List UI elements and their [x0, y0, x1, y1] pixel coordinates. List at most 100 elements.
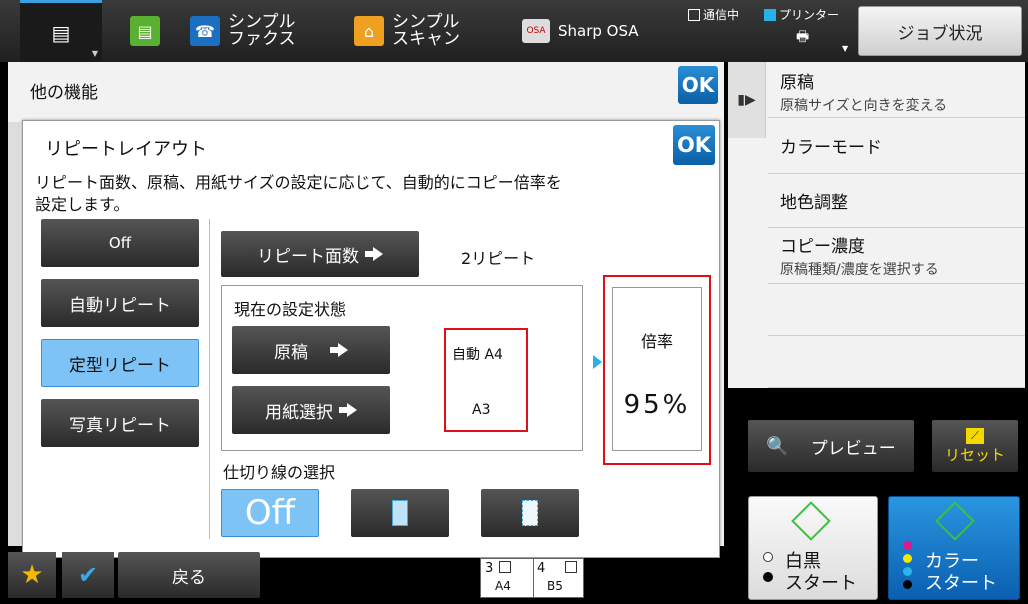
- bw-start-label-2: スタート: [785, 573, 857, 594]
- current-settings-label: 現在の設定状態: [234, 300, 347, 319]
- color-start-button[interactable]: カラー スタート: [888, 496, 1020, 600]
- mode-auto-repeat-button[interactable]: 自動リピート: [41, 279, 199, 327]
- simple-fax-label: シンプル ファクス: [228, 12, 296, 49]
- start-diamond-icon: [791, 501, 831, 541]
- mode-off-button[interactable]: Off: [41, 219, 199, 267]
- menu-item-title: 地色調整: [780, 193, 848, 213]
- column-divider: [209, 219, 210, 539]
- tray-4-number: 4: [537, 561, 546, 576]
- yellow-dot-icon: [903, 554, 912, 563]
- mode-photo-repeat-button[interactable]: 写真リピート: [41, 399, 199, 447]
- fax-icon: ☎: [190, 16, 220, 46]
- menu-item-sub: 原稿種類/濃度を選択する: [780, 262, 939, 278]
- ratio-highlight-box: 倍率 95%: [603, 275, 711, 465]
- printer-status-text: プリンター: [779, 8, 840, 22]
- repeat-count-label: リピート面数: [257, 246, 359, 267]
- arrow-right-icon: [339, 403, 357, 417]
- menu-item-empty: [768, 336, 1025, 388]
- osa-icon: OSA: [522, 19, 550, 43]
- favorite-star-icon[interactable]: ★: [8, 552, 56, 598]
- tray-4-size: B5: [547, 579, 563, 593]
- preview-label: プレビュー: [810, 438, 896, 459]
- current-settings-box: 現在の設定状態 原稿 用紙選択 自動 A4 A3: [221, 285, 583, 451]
- menu-expand-icon[interactable]: ▮▶: [728, 62, 766, 138]
- simple-fax-button[interactable]: ☎ シンプル ファクス: [190, 0, 340, 62]
- copy-mode-icon: ▤: [51, 20, 71, 45]
- status-communicating: 通信中: [688, 6, 739, 23]
- start-diamond-icon: [935, 501, 975, 541]
- original-button-label: 原稿: [274, 342, 308, 363]
- status-dropdown-icon[interactable]: ▼: [842, 44, 848, 53]
- printer-status-icon: [764, 9, 776, 21]
- top-bar: ▤ ▼ ▤ ☎ シンプル ファクス ⌂ シンプル スキャン OSA Sharp …: [0, 0, 1028, 62]
- divider-dotted-icon: [522, 500, 538, 526]
- arrow-right-icon: [365, 247, 383, 261]
- menu-item-title: カラーモード: [780, 138, 882, 158]
- dialog-ok-button[interactable]: OK: [673, 125, 715, 165]
- scan-icon: ⌂: [354, 16, 384, 46]
- comm-status-icon: [688, 9, 700, 21]
- paper-size-value: A3: [472, 402, 491, 418]
- menu-item-empty: [768, 284, 1025, 336]
- ratio-box: 倍率 95%: [612, 287, 702, 451]
- cyan-dot-icon: [903, 567, 912, 576]
- divider-line-button[interactable]: [351, 489, 449, 537]
- reset-button[interactable]: ⟋ リセット: [932, 420, 1018, 472]
- repeat-layout-dialog: リピートレイアウト リピート面数、原稿、用紙サイズの設定に応じて、自動的にコピー…: [22, 120, 720, 558]
- pointer-arrow-icon: [593, 355, 602, 369]
- divider-off-button[interactable]: Off: [221, 489, 319, 537]
- tray-4-icon: [565, 561, 577, 573]
- repeat-count-button[interactable]: リピート面数: [221, 231, 419, 277]
- tray-divider: [533, 559, 534, 597]
- ratio-label: 倍率: [640, 332, 673, 351]
- reset-icon: ⟋: [966, 427, 984, 444]
- comm-status-text: 通信中: [703, 8, 740, 22]
- repeat-count-value: 2リピート: [461, 249, 536, 268]
- dialog-description-1: リピート面数、原稿、用紙サイズの設定に応じて、自動的にコピー倍率を: [35, 173, 562, 192]
- dropdown-corner-icon: ▼: [91, 49, 98, 58]
- menu-item-title: コピー濃度: [780, 237, 865, 257]
- reset-label: リセット: [944, 445, 1005, 464]
- bw-start-button[interactable]: 白黒 スタート: [748, 496, 878, 600]
- tray-3-size: A4: [495, 579, 511, 593]
- menu-item-background-adjust[interactable]: 地色調整: [768, 174, 1025, 228]
- sharp-osa-button[interactable]: OSA Sharp OSA: [522, 0, 662, 62]
- preview-magnifier-icon: 🔍: [766, 435, 789, 457]
- divider-selection-label: 仕切り線の選択: [223, 463, 336, 482]
- mode-fixed-repeat-button[interactable]: 定型リピート: [41, 339, 199, 387]
- simple-scan-button[interactable]: ⌂ シンプル スキャン: [354, 0, 514, 62]
- menu-item-color-mode[interactable]: カラーモード: [768, 118, 1025, 174]
- ok-button-background[interactable]: OK: [678, 66, 718, 104]
- black-dot-icon: [903, 580, 912, 589]
- checkmark-icon[interactable]: ✔: [62, 552, 114, 598]
- color-start-label-2: スタート: [925, 573, 997, 594]
- job-status-button[interactable]: ジョブ状況: [858, 6, 1022, 56]
- menu-item-original[interactable]: 原稿 原稿サイズと向きを変える: [768, 62, 1025, 118]
- white-dot-icon: [763, 552, 773, 562]
- preview-button[interactable]: 🔍 プレビュー: [748, 420, 914, 472]
- size-highlight-box: 自動 A4 A3: [444, 328, 528, 432]
- copy-app-button[interactable]: ▤: [120, 0, 170, 62]
- menu-item-title: 原稿: [780, 73, 814, 93]
- panel-edge: [8, 122, 20, 546]
- paper-tray-indicator: 3 A4 4 B5: [480, 558, 584, 598]
- menu-item-sub: 原稿サイズと向きを変える: [780, 98, 948, 114]
- back-button[interactable]: 戻る: [118, 552, 260, 598]
- original-button[interactable]: 原稿: [232, 326, 390, 374]
- home-menu-button[interactable]: ▤ ▼: [20, 0, 102, 62]
- divider-line-icon: [392, 500, 408, 526]
- paper-select-button[interactable]: 用紙選択: [232, 386, 390, 434]
- original-size-value: 自動 A4: [452, 347, 503, 363]
- tray-3-icon: [499, 561, 511, 573]
- tray-3-number: 3: [485, 561, 494, 576]
- status-printer: プリンター: [764, 6, 839, 23]
- dialog-title: リピートレイアウト: [45, 139, 207, 160]
- black-dot-icon: [763, 572, 773, 582]
- ratio-value: 95%: [623, 390, 691, 420]
- simple-scan-label: シンプル スキャン: [392, 12, 460, 49]
- menu-item-copy-density[interactable]: コピー濃度 原稿種類/濃度を選択する: [768, 228, 1025, 284]
- dialog-description-2: 設定します。: [35, 195, 130, 214]
- divider-dotted-button[interactable]: [481, 489, 579, 537]
- sharp-osa-label: Sharp OSA: [558, 21, 639, 40]
- panel-title: 他の機能: [30, 83, 98, 103]
